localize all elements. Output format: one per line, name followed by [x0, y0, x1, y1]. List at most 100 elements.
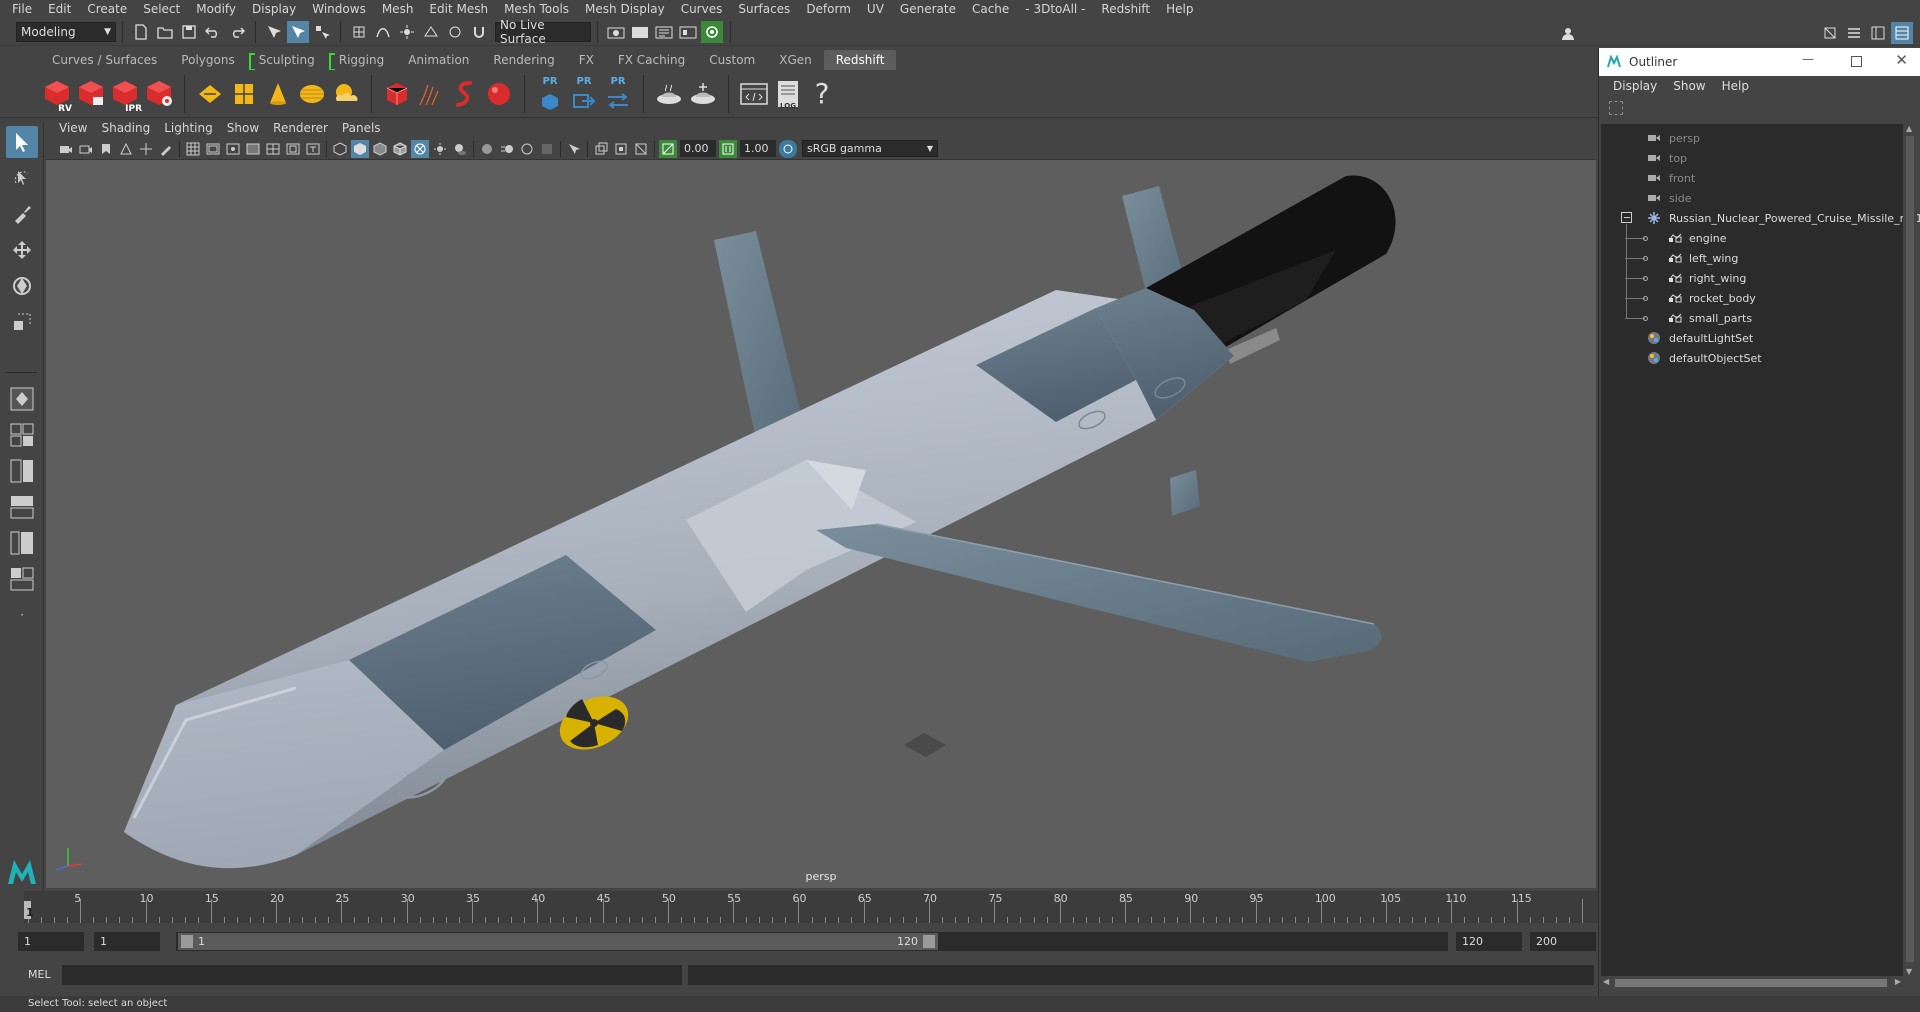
visibility-dot[interactable] — [1643, 236, 1648, 241]
shelf-tab-rendering[interactable]: Rendering — [481, 50, 566, 70]
menu-edit-mesh[interactable]: Edit Mesh — [421, 0, 496, 18]
viewport-menu-lighting[interactable]: Lighting — [157, 121, 220, 135]
viewport-menu-panels[interactable]: Panels — [335, 121, 388, 135]
time-slider[interactable]: 5 10 15 20 25 30 35 40 45 50 55 60 65 70 75 80 85 90 95 100… — [24, 891, 1598, 923]
playback-start-field[interactable]: 1 — [94, 932, 160, 951]
move-tool-icon[interactable] — [6, 234, 38, 266]
filter-icon[interactable] — [1609, 101, 1623, 115]
redshift-hair-icon[interactable] — [448, 74, 482, 114]
save-scene-icon[interactable] — [178, 21, 200, 43]
wireframe-on-shaded-icon[interactable] — [391, 140, 409, 158]
default-material-icon[interactable] — [371, 140, 389, 158]
menu-surfaces[interactable]: Surfaces — [730, 0, 798, 18]
redshift-pr-transfer-icon[interactable]: PR — [601, 74, 635, 114]
live-surface-field[interactable]: No Live Surface — [495, 18, 591, 46]
redshift-sun-sky-icon[interactable] — [329, 74, 363, 114]
snap-grid-icon[interactable] — [348, 21, 370, 43]
outliner-item-russian-nuclear-powered-cruise-missile-ncl1-1[interactable]: Russian_Nuclear_Powered_Cruise_Missile_n… — [1647, 208, 1920, 228]
animation-end-field[interactable]: 200 — [1530, 932, 1596, 951]
redshift-render-options-icon[interactable] — [142, 74, 176, 114]
outliner-item-left-wing[interactable]: left_wing — [1667, 248, 1738, 268]
shelf-tab-xgen[interactable]: XGen — [767, 50, 824, 70]
redshift-help-icon[interactable]: ? — [805, 74, 839, 114]
outliner-item-right-wing[interactable]: right_wing — [1667, 268, 1746, 288]
render-sequence-icon[interactable] — [677, 21, 699, 43]
menu-generate[interactable]: Generate — [892, 0, 964, 18]
shadows-icon[interactable] — [451, 140, 469, 158]
outliner-item-engine[interactable]: engine — [1667, 228, 1727, 248]
outliner-menu-show[interactable]: Show — [1665, 79, 1713, 93]
camera-attributes-icon[interactable] — [77, 140, 95, 158]
scroll-up-icon[interactable]: ▲ — [1906, 124, 1912, 133]
viewport-menu-renderer[interactable]: Renderer — [266, 121, 335, 135]
shelf-tab-sculpting[interactable]: Sculpting — [247, 50, 327, 71]
outliner-item-defaultlightset[interactable]: defaultLightSet — [1647, 328, 1753, 348]
motion-blur-icon[interactable] — [498, 140, 516, 158]
outliner-menu-display[interactable]: Display — [1605, 79, 1665, 93]
menu-uv[interactable]: UV — [859, 0, 892, 18]
image-plane-icon[interactable] — [117, 140, 135, 158]
snap-curve-icon[interactable] — [372, 21, 394, 43]
visibility-dot[interactable] — [1643, 256, 1648, 261]
xray-icon[interactable] — [411, 139, 429, 158]
gate-mask-icon[interactable] — [244, 140, 262, 158]
menu-create[interactable]: Create — [79, 0, 135, 18]
2d-pan-zoom-icon[interactable] — [137, 140, 155, 158]
range-handle-left[interactable] — [181, 935, 193, 948]
range-handle-right[interactable] — [923, 935, 935, 948]
redshift-render-sequence-icon[interactable] — [74, 74, 108, 114]
attribute-editor-icon[interactable] — [1843, 22, 1865, 44]
scroll-left-icon[interactable]: ◀ — [1603, 977, 1609, 986]
menu-help[interactable]: Help — [1158, 0, 1201, 18]
depth-of-field-icon[interactable] — [538, 140, 556, 158]
maximize-icon[interactable] — [1851, 56, 1862, 67]
view-transform-dropdown[interactable]: sRGB gamma ▼ — [802, 140, 938, 157]
command-language-label[interactable]: MEL — [28, 968, 51, 981]
new-scene-icon[interactable] — [130, 21, 152, 43]
menu-mesh-display[interactable]: Mesh Display — [577, 0, 673, 18]
h-scroll-thumb[interactable] — [1615, 979, 1887, 987]
redshift-ipr-icon[interactable]: IPR — [108, 74, 142, 114]
redshift-area-light-icon[interactable] — [193, 74, 227, 114]
outliner-item-side[interactable]: side — [1647, 188, 1692, 208]
range-bar[interactable]: 1 120 — [176, 932, 1448, 951]
select-component-icon[interactable] — [311, 21, 333, 43]
render-settings-icon[interactable] — [605, 21, 627, 43]
menu-edit[interactable]: Edit — [40, 0, 79, 18]
outliner-item-front[interactable]: front — [1647, 168, 1695, 188]
render-frame-icon[interactable] — [629, 21, 651, 43]
menu-mesh[interactable]: Mesh — [374, 0, 422, 18]
outliner-search-input[interactable] — [1630, 100, 1916, 116]
more-layouts-icon[interactable]: · — [6, 599, 38, 631]
close-icon[interactable]: ✕ — [1895, 51, 1908, 69]
grid-toggle-icon[interactable] — [184, 140, 202, 158]
xray-active-icon[interactable] — [612, 140, 630, 158]
modeling-toolkit-icon[interactable] — [1819, 22, 1841, 44]
wireframe-icon[interactable] — [331, 140, 349, 158]
menu-3dtoall[interactable]: - 3DtoAll - — [1017, 0, 1093, 18]
gamma-toggle-icon[interactable] — [719, 139, 737, 158]
outliner-persp-layout-icon[interactable] — [6, 527, 38, 559]
redo-icon[interactable] — [226, 21, 248, 43]
open-scene-icon[interactable] — [154, 21, 176, 43]
visibility-dot[interactable] — [1643, 296, 1648, 301]
scroll-right-icon[interactable]: ▶ — [1895, 977, 1901, 986]
viewport-menu-view[interactable]: View — [52, 121, 94, 135]
redshift-dome-light-icon[interactable] — [295, 74, 329, 114]
four-view-layout-icon[interactable] — [6, 419, 38, 451]
redshift-bake-sets-icon[interactable] — [686, 74, 720, 114]
snap-live-icon[interactable] — [444, 21, 466, 43]
shelf-tab-curves-surfaces[interactable]: Curves / Surfaces — [40, 50, 169, 70]
resolution-gate-icon[interactable] — [224, 140, 242, 158]
outliner-menu-help[interactable]: Help — [1714, 79, 1757, 93]
shelf-tab-fx[interactable]: FX — [567, 50, 606, 70]
redshift-pr-mesh-icon[interactable]: PR — [533, 74, 567, 114]
select-tool-icon[interactable] — [6, 126, 38, 158]
menu-file[interactable]: File — [4, 0, 40, 18]
menu-windows[interactable]: Windows — [304, 0, 374, 18]
menu-cache[interactable]: Cache — [964, 0, 1017, 18]
outliner-item-small-parts[interactable]: small_parts — [1667, 308, 1752, 328]
redshift-volume-icon[interactable] — [414, 74, 448, 114]
color-management-icon[interactable] — [779, 139, 797, 158]
outliner-horizontal-scrollbar[interactable]: ◀ ▶ — [1601, 976, 1903, 990]
